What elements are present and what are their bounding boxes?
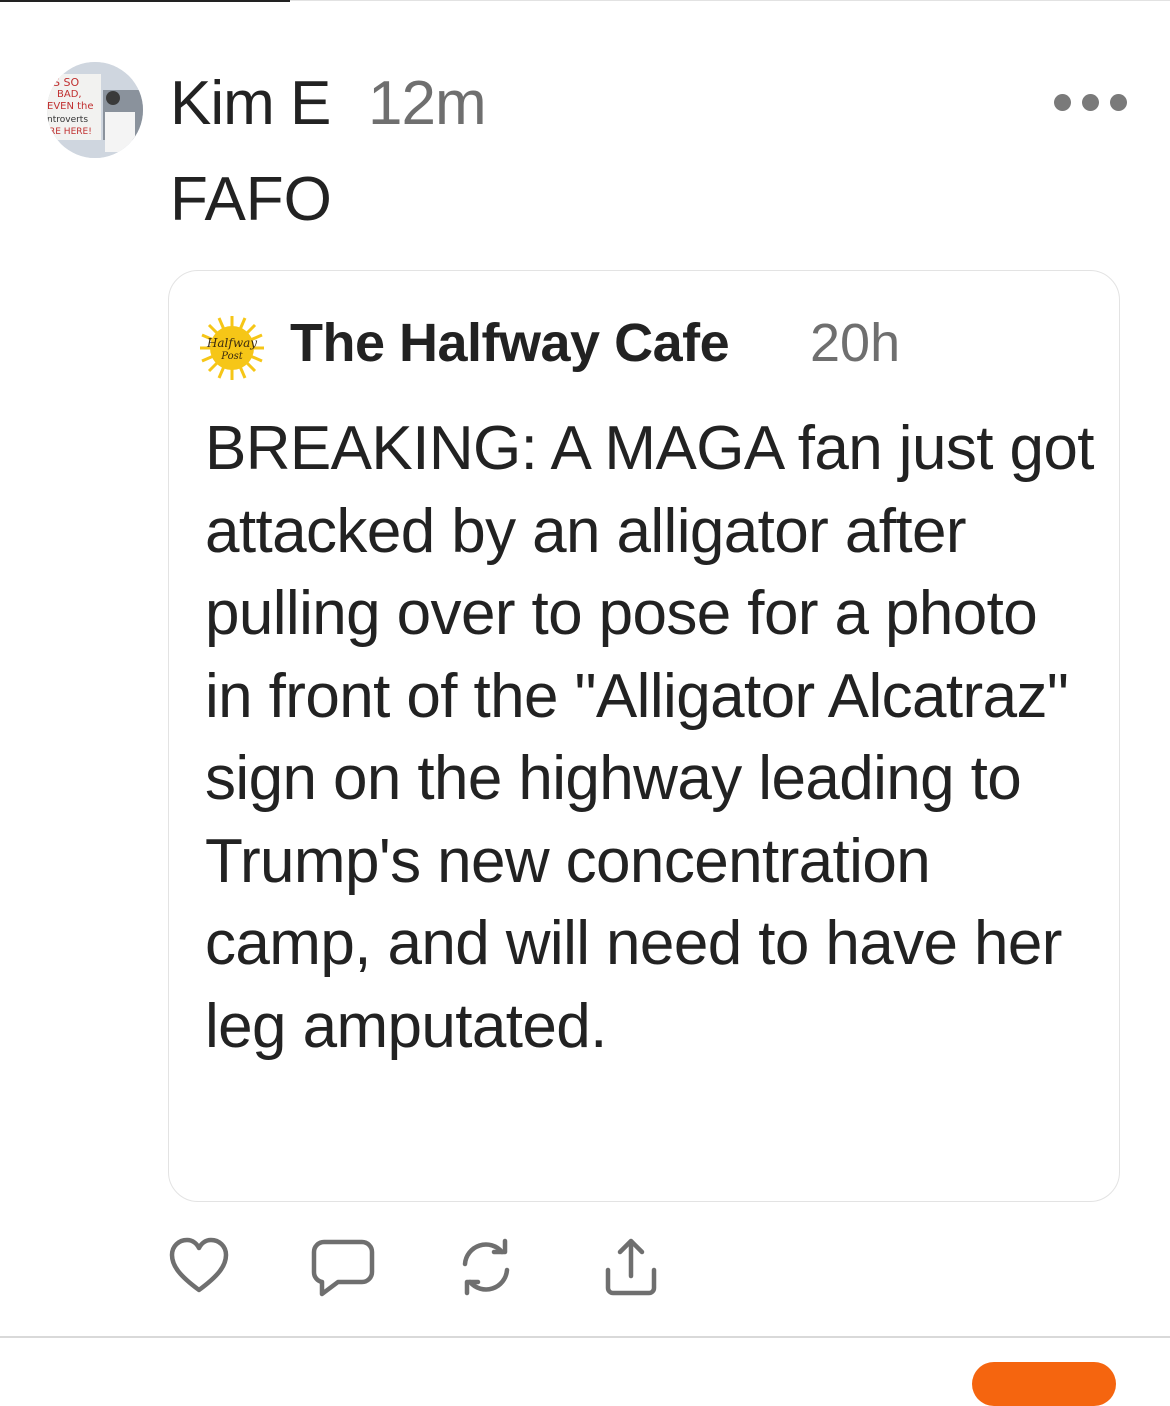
avatar-sign-line: RE HERE! bbox=[49, 127, 92, 137]
avatar-sign-line: S SO bbox=[53, 76, 79, 89]
avatar[interactable]: S SO BAD, EVEN the ntroverts RE HERE! bbox=[47, 62, 143, 158]
heart-icon[interactable] bbox=[168, 1236, 230, 1298]
quoted-author-name[interactable]: The Halfway Cafe bbox=[290, 312, 730, 374]
avatar-image: S SO BAD, EVEN the ntroverts RE HERE! bbox=[47, 62, 143, 158]
more-horizontal-icon bbox=[1082, 93, 1099, 111]
comment-icon[interactable] bbox=[310, 1236, 376, 1298]
logo-text: Halfway bbox=[206, 336, 257, 350]
floating-action-button[interactable] bbox=[972, 1362, 1116, 1406]
post-timestamp: 12m bbox=[368, 69, 487, 138]
quoted-post-timestamp: 20h bbox=[810, 313, 901, 373]
top-divider bbox=[290, 0, 1170, 1]
active-tab-indicator bbox=[0, 0, 290, 2]
post-text: FAFO bbox=[170, 165, 332, 234]
quoted-author-avatar[interactable]: Halfway Post bbox=[200, 316, 264, 380]
post-divider bbox=[0, 1336, 1170, 1338]
more-horizontal-icon bbox=[1110, 93, 1127, 111]
avatar-sign-line: EVEN the bbox=[47, 101, 94, 112]
avatar-sign-line: ntroverts bbox=[47, 115, 88, 125]
more-horizontal-icon bbox=[1054, 93, 1071, 111]
share-icon[interactable] bbox=[600, 1236, 662, 1298]
author-name[interactable]: Kim E bbox=[170, 68, 331, 139]
repost-icon[interactable] bbox=[455, 1236, 517, 1298]
more-options-button[interactable] bbox=[1054, 84, 1144, 120]
logo-text: Post bbox=[220, 351, 243, 362]
quoted-post-text: BREAKING: A MAGA fan just got attacked b… bbox=[205, 414, 1095, 1061]
avatar-sign-line: BAD, bbox=[57, 89, 82, 100]
